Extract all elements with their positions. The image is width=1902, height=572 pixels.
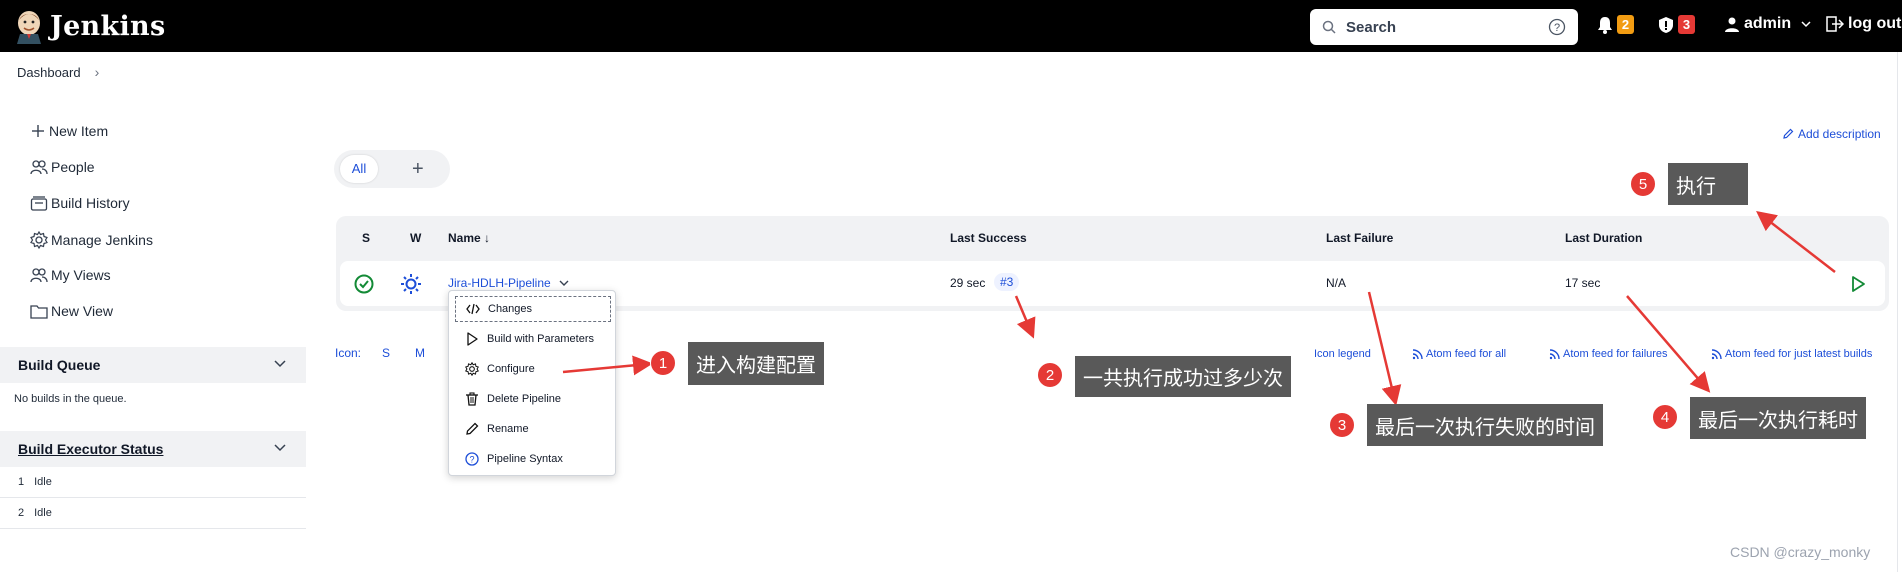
annotation-arrow-5 [1756,210,1836,273]
annotation-arrows [562,210,1836,406]
annotation-number-3: 3 [1329,412,1355,438]
annotation-callout-3: 最后一次执行失败的时间 [1367,404,1603,446]
annotation-number-1: 1 [650,350,676,376]
annotation-number-5: 5 [1630,171,1656,197]
annotation-arrow-1 [562,355,653,376]
annotation-number-2: 2 [1037,362,1063,388]
annotation-arrow-3 [1367,291,1402,406]
annotation-callout-1: 进入构建配置 [688,342,824,385]
annotation-callout-2: 一共执行成功过多少次 [1075,356,1291,397]
annotation-callout-5: 执行 [1668,163,1748,205]
annotation-arrow-4 [1626,295,1711,393]
annotation-arrow-2 [1014,295,1036,339]
annotation-callout-4: 最后一次执行耗时 [1690,397,1866,439]
page-edge-divider [1897,52,1898,572]
watermark: CSDN @crazy_monky [1730,544,1871,560]
annotation-number-4: 4 [1652,404,1678,430]
